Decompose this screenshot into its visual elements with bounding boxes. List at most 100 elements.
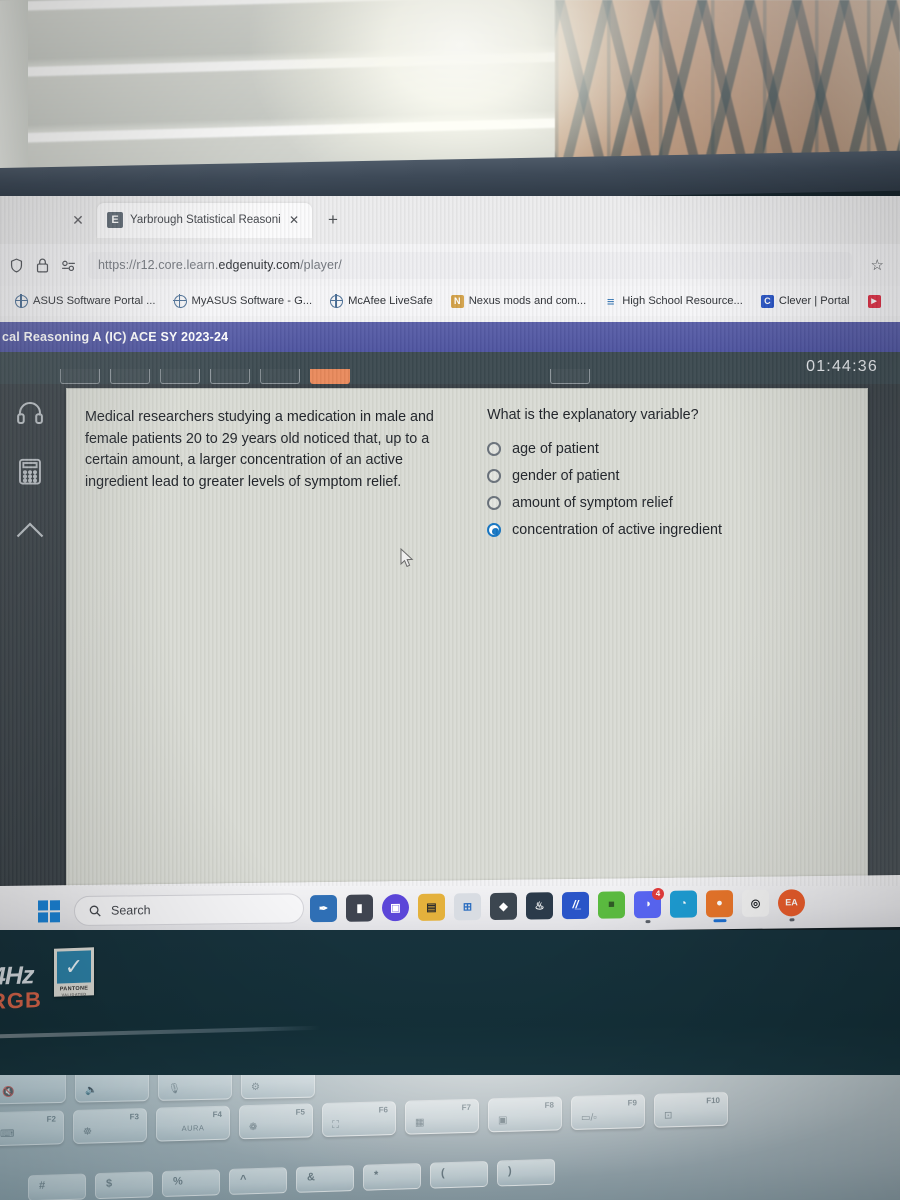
- radio-button[interactable]: [487, 469, 502, 483]
- key-f4-aura[interactable]: F4 AURA: [156, 1105, 230, 1142]
- ubisoft-connect-icon[interactable]: ◎: [742, 889, 769, 917]
- question-prompt: What is the explanatory variable?: [487, 407, 699, 423]
- file-explorer-icon[interactable]: ▮: [346, 893, 373, 922]
- radio-button[interactable]: [487, 496, 502, 510]
- key-f2-label: F2: [46, 1114, 56, 1124]
- key-f6[interactable]: F6 ⛶: [322, 1100, 396, 1138]
- bookmark-label: MyASUS Software - G...: [191, 295, 313, 307]
- step-indicator[interactable]: [260, 369, 300, 384]
- discord-badge-count: 4: [652, 887, 664, 900]
- browser-tab[interactable]: E Yarbrough Statistical Reasoning ✕: [97, 202, 312, 238]
- key-3[interactable]: #: [28, 1173, 86, 1200]
- answer-option-label: age of patient: [512, 441, 599, 457]
- zoom-icon[interactable]: ▣: [382, 893, 409, 921]
- snipping-tool-icon[interactable]: ✒: [310, 894, 337, 922]
- key-5[interactable]: %: [162, 1169, 220, 1198]
- globe-icon: [329, 294, 344, 308]
- key-7[interactable]: &: [296, 1165, 354, 1193]
- tab-close-icon[interactable]: ✕: [289, 213, 299, 227]
- key-f10[interactable]: F10 ⊡: [654, 1091, 728, 1128]
- bookmark-item[interactable]: C Clever | Portal: [752, 294, 859, 308]
- step-indicator[interactable]: [160, 369, 200, 384]
- tools-sidebar: [0, 384, 60, 824]
- step-indicator[interactable]: [550, 369, 590, 384]
- question-card: Medical researchers studying a medicatio…: [66, 388, 868, 886]
- step-indicator[interactable]: [210, 369, 250, 384]
- volume-down-icon: 🔈: [85, 1085, 98, 1097]
- bookmark-label: McAfee LiveSafe: [348, 295, 433, 307]
- firefox-icon[interactable]: ●: [706, 889, 733, 922]
- key-8[interactable]: *: [363, 1162, 421, 1191]
- bookmark-item[interactable]: MyASUS Software - G...: [165, 294, 322, 308]
- padlock-icon[interactable]: [34, 257, 51, 274]
- taskbar-search-input[interactable]: Search: [74, 893, 304, 927]
- shield-icon[interactable]: [8, 257, 25, 274]
- clever-icon: C: [760, 294, 774, 308]
- globe-icon: [173, 294, 187, 308]
- office-icon[interactable]: ⊞: [454, 892, 481, 920]
- running-indicator: [713, 918, 726, 922]
- key-rog[interactable]: ⚙: [241, 1075, 315, 1100]
- permissions-icon[interactable]: [60, 257, 77, 274]
- course-title: cal Reasoning A (IC) ACE SY 2023-24: [2, 330, 229, 344]
- bookmark-star-icon[interactable]: ☆: [871, 256, 884, 274]
- steam-icon[interactable]: ♨: [526, 891, 553, 920]
- answer-option[interactable]: age of patient: [487, 441, 847, 457]
- key-mic-mute[interactable]: 🎙: [158, 1075, 232, 1101]
- rog-icon: ⚙: [251, 1081, 260, 1093]
- key-f8[interactable]: F8 ▣: [488, 1096, 562, 1133]
- new-tab-button[interactable]: +: [328, 210, 338, 230]
- question-body: Medical researchers studying a medicatio…: [67, 389, 867, 886]
- assessment-timer: 01:44:36: [806, 358, 878, 375]
- firefox-browser-chrome: ✕ E Yarbrough Statistical Reasoning ✕ + …: [0, 196, 900, 322]
- keyboard-number-row: # $ % ^ & * ( ): [28, 1158, 555, 1200]
- radio-button-selected[interactable]: [487, 523, 502, 537]
- youtube-icon: ▶: [867, 294, 881, 308]
- globe-icon: [14, 294, 28, 308]
- browser-tab-title: Yarbrough Statistical Reasoning: [130, 214, 280, 226]
- calculator-icon[interactable]: [15, 456, 45, 486]
- windows-logo-icon[interactable]: [38, 900, 60, 923]
- bookmark-item[interactable]: N Nexus mods and com...: [442, 294, 596, 308]
- answer-option-label: concentration of active ingredient: [512, 522, 722, 538]
- bookmark-item[interactable]: ASUS Software Portal ...: [6, 294, 165, 308]
- step-indicator[interactable]: [60, 369, 100, 384]
- rgb-sticker: RGB: [0, 987, 42, 1014]
- store-icon[interactable]: ▤: [418, 893, 445, 921]
- window-close-icon[interactable]: ✕: [70, 212, 86, 228]
- key-volume-mute[interactable]: 🔇: [0, 1075, 66, 1105]
- key-6[interactable]: ^: [229, 1167, 287, 1195]
- headphones-icon[interactable]: [15, 398, 45, 428]
- key-f5[interactable]: F5 ❁: [239, 1103, 313, 1140]
- minecraft-icon[interactable]: ■: [598, 890, 625, 919]
- step-indicator-active[interactable]: [310, 369, 350, 384]
- key-0[interactable]: ): [497, 1158, 555, 1187]
- key-4[interactable]: $: [95, 1171, 153, 1200]
- answer-option-selected[interactable]: concentration of active ingredient: [487, 522, 847, 538]
- diamond-app-icon[interactable]: ◆: [490, 892, 517, 920]
- key-volume-down[interactable]: 🔈: [75, 1075, 149, 1103]
- stack-icon: ≡: [606, 293, 615, 309]
- address-bar[interactable]: https://r12.core.learn.edgenuity.com/pla…: [88, 251, 852, 279]
- scroll-up-icon[interactable]: [15, 514, 45, 544]
- keyboard-row-top: 🔇 🔈 🎙 ⚙: [0, 1075, 315, 1105]
- radio-button[interactable]: [487, 442, 502, 456]
- bookmark-item[interactable]: ≡ High School Resource...: [595, 293, 752, 309]
- ea-app-icon[interactable]: EA: [778, 888, 805, 921]
- step-indicator[interactable]: [110, 369, 150, 384]
- edge-icon[interactable]: ◔: [670, 889, 697, 918]
- discord-icon[interactable]: ◑ 4: [634, 887, 664, 923]
- key-9[interactable]: (: [430, 1160, 488, 1189]
- bookmark-item[interactable]: ▶: [859, 294, 890, 308]
- key-f3[interactable]: F3 ☸: [73, 1107, 147, 1144]
- bookmark-item[interactable]: McAfee LiveSafe: [321, 294, 442, 308]
- key-f2[interactable]: F2 ⌨: [0, 1110, 64, 1147]
- bookmark-label: Clever | Portal: [778, 295, 850, 307]
- key-f8-label: F8: [544, 1100, 554, 1110]
- answer-option[interactable]: gender of patient: [487, 468, 847, 484]
- armoury-crate-icon[interactable]: //̲: [562, 891, 589, 919]
- key-f9[interactable]: F9 ▭/▫: [571, 1094, 645, 1131]
- answer-option[interactable]: amount of symptom relief: [487, 495, 847, 511]
- key-f7[interactable]: F7 ▦: [405, 1098, 479, 1135]
- touchpad-icon: ▭/▫: [581, 1112, 597, 1124]
